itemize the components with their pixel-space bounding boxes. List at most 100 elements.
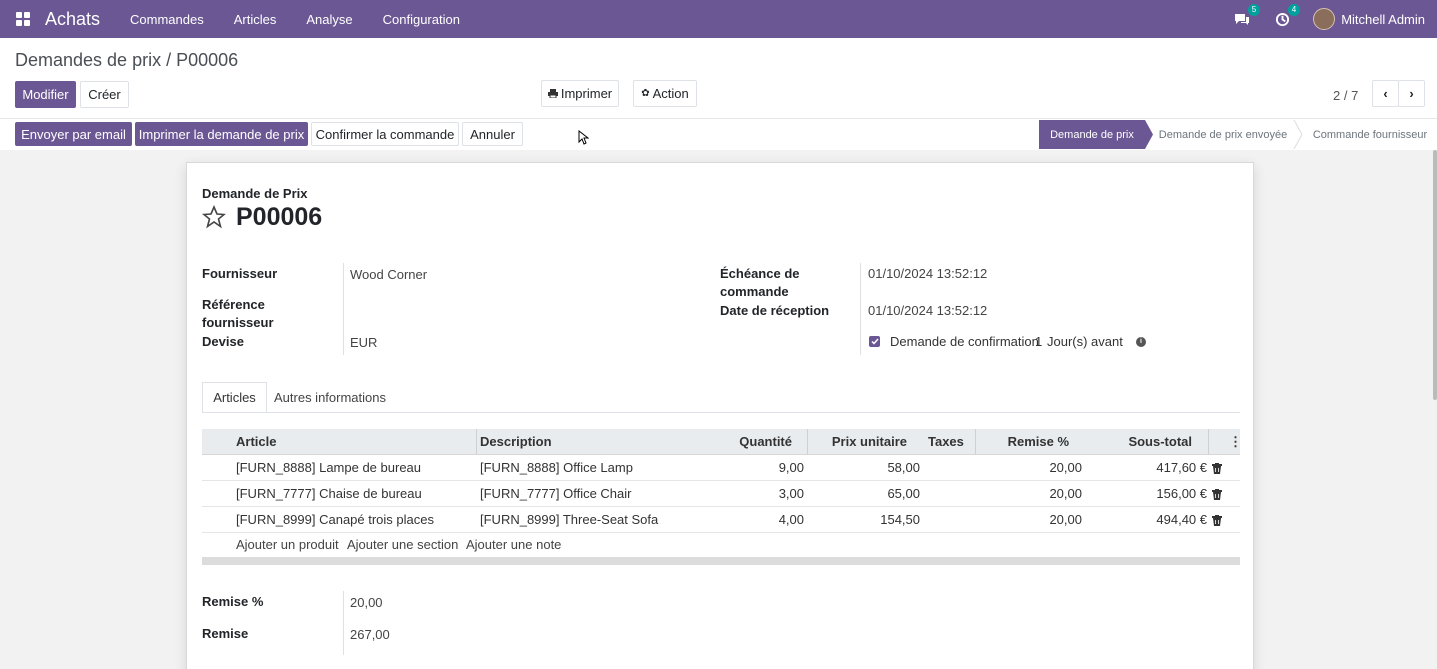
global-discount-field[interactable]: 20,00 bbox=[350, 595, 383, 610]
confirmation-checkbox[interactable] bbox=[869, 336, 880, 347]
vendor-field[interactable]: Wood Corner bbox=[350, 267, 427, 282]
row-article[interactable]: [FURN_8888] Lampe de bureau bbox=[236, 455, 421, 481]
user-name[interactable]: Mitchell Admin bbox=[1341, 12, 1425, 27]
row-subtotal: 417,60 € bbox=[1156, 460, 1207, 475]
col-separator bbox=[476, 429, 477, 455]
menu-configuration[interactable]: Configuration bbox=[383, 12, 460, 27]
add-section-link[interactable]: Ajouter une section bbox=[347, 537, 458, 552]
col-article[interactable]: Article bbox=[236, 429, 276, 455]
printer-icon bbox=[547, 89, 558, 98]
table-row[interactable]: [FURN_8888] Lampe de bureau [FURN_8888] … bbox=[202, 455, 1240, 481]
currency-field[interactable]: EUR bbox=[350, 335, 377, 350]
print-label: Imprimer bbox=[560, 86, 613, 101]
app-menu-icon[interactable] bbox=[16, 12, 30, 26]
gear-icon: ✿ bbox=[641, 88, 650, 99]
row-quantity[interactable]: 4,00 bbox=[722, 507, 804, 533]
trash-icon[interactable] bbox=[1212, 463, 1222, 474]
row-discount[interactable]: 20,00 bbox=[982, 481, 1082, 507]
col-quantity[interactable]: Quantité bbox=[702, 429, 792, 455]
confirmation-unit: Jour(s) avant bbox=[1047, 334, 1123, 349]
add-note-link[interactable]: Ajouter une note bbox=[466, 537, 561, 552]
row-article[interactable]: [FURN_7777] Chaise de bureau bbox=[236, 481, 422, 507]
col-unit-price[interactable]: Prix unitaire bbox=[807, 429, 907, 455]
currency-label: Devise bbox=[202, 334, 244, 349]
row-unit-price[interactable]: 58,00 bbox=[822, 455, 920, 481]
app-name[interactable]: Achats bbox=[45, 9, 100, 30]
discount-amount-field: 267,00 bbox=[350, 627, 390, 642]
deadline-label-2: commande bbox=[720, 284, 789, 299]
print-button[interactable]: Imprimer bbox=[541, 80, 619, 107]
action-label: Action bbox=[652, 86, 689, 101]
row-unit-price[interactable]: 154,50 bbox=[822, 507, 920, 533]
row-description[interactable]: [FURN_8999] Three-Seat Sofa bbox=[480, 507, 658, 533]
table-header: Article Description Quantité Prix unitai… bbox=[202, 429, 1242, 455]
receipt-date-field[interactable]: 01/10/2024 13:52:12 bbox=[868, 303, 987, 318]
col-separator bbox=[1208, 429, 1209, 455]
table-row[interactable]: [FURN_7777] Chaise de bureau [FURN_7777]… bbox=[202, 481, 1240, 507]
table-footer bbox=[202, 557, 1240, 565]
chevron-right-icon: › bbox=[1409, 86, 1414, 101]
menu-articles[interactable]: Articles bbox=[234, 12, 277, 27]
user-avatar[interactable] bbox=[1313, 8, 1336, 30]
field-divider bbox=[860, 263, 861, 355]
row-description[interactable]: [FURN_7777] Office Chair bbox=[480, 481, 632, 507]
row-discount[interactable]: 20,00 bbox=[982, 455, 1082, 481]
trash-icon[interactable] bbox=[1212, 515, 1222, 526]
row-quantity[interactable]: 3,00 bbox=[722, 481, 804, 507]
scrollbar[interactable] bbox=[1433, 150, 1437, 400]
control-panel: Demandes de prix / P00006 Modifier Créer… bbox=[0, 38, 1437, 150]
tab-other-info[interactable]: Autres informations bbox=[269, 382, 391, 413]
confirm-order-button[interactable]: Confirmer la commande bbox=[311, 122, 459, 146]
menu-analyse[interactable]: Analyse bbox=[306, 12, 352, 27]
breadcrumb[interactable]: Demandes de prix / P00006 bbox=[15, 50, 238, 71]
pager-previous-button[interactable]: ‹ bbox=[1372, 80, 1399, 107]
vendor-ref-label: Référence bbox=[202, 297, 265, 312]
cancel-button[interactable]: Annuler bbox=[462, 122, 523, 146]
chat-icon[interactable]: 5 bbox=[1233, 4, 1261, 28]
record-name: P00006 bbox=[236, 203, 323, 231]
table-row[interactable]: [FURN_8999] Canapé trois places [FURN_89… bbox=[202, 507, 1240, 533]
pager-value: 2 / 7 bbox=[1333, 88, 1359, 103]
action-button[interactable]: ✿ Action bbox=[633, 80, 697, 107]
tab-divider bbox=[202, 412, 1240, 413]
col-taxes[interactable]: Taxes bbox=[928, 429, 964, 455]
discount-amount-label: Remise bbox=[202, 626, 249, 641]
row-subtotal: 156,00 € bbox=[1156, 486, 1207, 501]
field-divider bbox=[343, 591, 344, 655]
row-description[interactable]: [FURN_8888] Office Lamp bbox=[480, 455, 633, 481]
confirmation-days-field[interactable]: 1 bbox=[1035, 334, 1042, 349]
status-sent[interactable]: Demande de prix envoyée bbox=[1153, 120, 1293, 149]
pager-next-button[interactable]: › bbox=[1398, 80, 1425, 107]
create-button[interactable]: Créer bbox=[80, 81, 129, 108]
row-quantity[interactable]: 9,00 bbox=[722, 455, 804, 481]
column-options-icon[interactable]: ⋮ bbox=[1229, 429, 1242, 455]
star-icon[interactable] bbox=[202, 205, 226, 229]
col-description[interactable]: Description bbox=[480, 429, 552, 455]
print-rfq-button[interactable]: Imprimer la demande de prix bbox=[135, 122, 308, 146]
status-arrow bbox=[1145, 120, 1153, 149]
chevron-left-icon: ‹ bbox=[1383, 86, 1388, 101]
activity-clock-icon[interactable]: 4 bbox=[1273, 4, 1301, 28]
trash-icon[interactable] bbox=[1212, 489, 1222, 500]
tab-articles[interactable]: Articles bbox=[202, 382, 267, 413]
info-icon[interactable]: i bbox=[1136, 337, 1146, 347]
check-icon bbox=[870, 338, 879, 345]
col-subtotal[interactable]: Sous-total bbox=[1092, 429, 1192, 455]
row-article[interactable]: [FURN_8999] Canapé trois places bbox=[236, 507, 434, 533]
status-purchase-order[interactable]: Commande fournisseur bbox=[1305, 120, 1435, 149]
col-discount[interactable]: Remise % bbox=[975, 429, 1069, 455]
confirmation-label: Demande de confirmation bbox=[890, 334, 1039, 349]
row-discount[interactable]: 20,00 bbox=[982, 507, 1082, 533]
deadline-field[interactable]: 01/10/2024 13:52:12 bbox=[868, 266, 987, 281]
add-product-link[interactable]: Ajouter un produit bbox=[236, 537, 339, 552]
send-email-button[interactable]: Envoyer par email bbox=[15, 122, 132, 146]
row-subtotal: 494,40 € bbox=[1156, 512, 1207, 527]
row-unit-price[interactable]: 65,00 bbox=[822, 481, 920, 507]
status-draft[interactable]: Demande de prix bbox=[1039, 120, 1145, 149]
edit-button[interactable]: Modifier bbox=[15, 81, 76, 108]
form-sheet: Demande de Prix P00006 Fournisseur Wood … bbox=[186, 162, 1254, 669]
menu-commandes[interactable]: Commandes bbox=[130, 12, 204, 27]
divider bbox=[0, 118, 1437, 119]
global-discount-label: Remise % bbox=[202, 594, 264, 609]
field-divider bbox=[343, 263, 344, 355]
